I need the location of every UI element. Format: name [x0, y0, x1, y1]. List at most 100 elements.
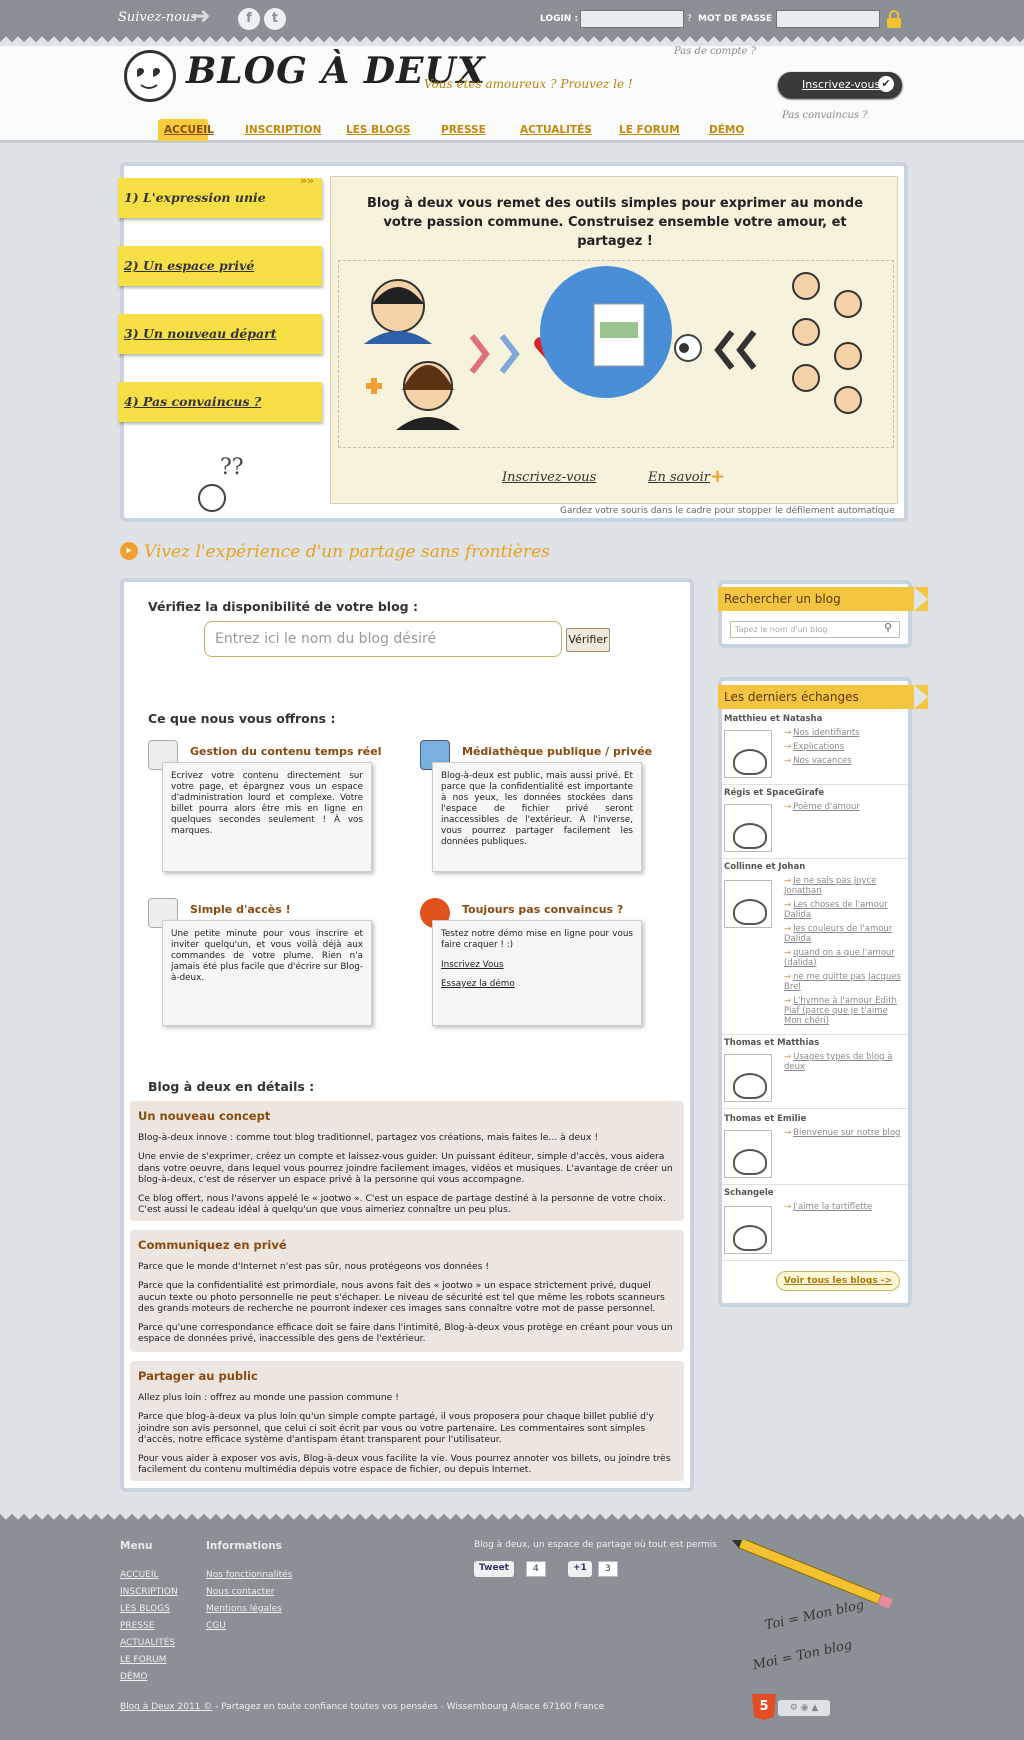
exchange-names[interactable]: Schangele	[724, 1188, 774, 1198]
footer-link[interactable]: Nos fonctionnalités	[206, 1570, 292, 1580]
feature-signup-link[interactable]: Inscrivez Vous	[441, 960, 633, 971]
nav-item-accueil[interactable]: ACCUEIL	[164, 124, 214, 136]
twitter-icon[interactable]: t	[264, 8, 286, 30]
plus-icon: +	[710, 466, 726, 487]
detail-para: Parce que blog-à-deux va plus loin qu'un…	[138, 1411, 654, 1445]
exchange-link[interactable]: les couleurs de l'amour Dalida	[784, 924, 904, 944]
exchange-link[interactable]: Explications	[784, 742, 904, 752]
logo-face-icon[interactable]	[124, 50, 176, 102]
feature-text: Testez notre démo mise en ligne pour vou…	[441, 929, 633, 950]
exchange-names[interactable]: Collinne et Johan	[724, 862, 805, 872]
avatar[interactable]	[724, 730, 772, 778]
search-icon[interactable]: ⚲	[884, 621, 892, 634]
detail-para: Pour vous aider à exposer vos avis, Blog…	[138, 1453, 671, 1476]
hero-text: Blog à deux vous remet des outils simple…	[366, 196, 864, 249]
see-all-blogs-button[interactable]: Voir tous les blogs ->	[776, 1271, 900, 1291]
feature-title: Médiathèque publique / privée	[462, 745, 653, 758]
exchange-link[interactable]: ne me quitte pas Jacques Brel	[784, 972, 904, 992]
password-label: MOT DE PASSE :	[698, 14, 779, 24]
detail-title: Partager au public	[138, 1369, 258, 1383]
login-label: LOGIN :	[540, 14, 579, 24]
detail-para: Blog-à-deux innove : comme tout blog tra…	[138, 1132, 599, 1144]
check-title: Vérifiez la disponibilité de votre blog …	[148, 599, 418, 614]
tweet-count: 4	[526, 1561, 546, 1577]
footer-link[interactable]: CGU	[206, 1621, 226, 1631]
footer-link[interactable]: LES BLOGS	[120, 1604, 170, 1614]
pencil-icon	[731, 1540, 893, 1609]
sticky-note-2[interactable]: 2) Un espace privé	[118, 246, 322, 286]
sticky-note-1[interactable]: 1) L'expression unie	[118, 178, 322, 218]
avatar[interactable]	[724, 1130, 772, 1178]
signup-button[interactable]: Inscrivez-vous ✔	[778, 72, 902, 98]
tweet-button[interactable]: Tweet	[474, 1561, 514, 1577]
sticky-note-4[interactable]: 4) Pas convaincus ?	[118, 382, 322, 422]
exchange-link[interactable]: J'aime la tartiflette	[784, 1202, 904, 1212]
exchange-link[interactable]: Nos vacances	[784, 756, 904, 766]
signup-button-label: Inscrivez-vous	[802, 78, 881, 91]
facebook-icon[interactable]: f	[238, 8, 260, 30]
top-bar-zigzag	[0, 34, 1024, 46]
svg-text:??: ??	[220, 455, 244, 480]
exchange-link[interactable]: L'hymne à l'amour Edith Piaf (parce que …	[784, 996, 904, 1026]
login-help-link[interactable]: ?	[687, 14, 692, 24]
avatar[interactable]	[724, 1054, 772, 1102]
avatar[interactable]	[724, 804, 772, 852]
password-input[interactable]	[776, 10, 880, 28]
exchange-link[interactable]: Usages types de blog à deux	[784, 1052, 904, 1072]
exchange-link[interactable]: Bienvenue sur notre blog	[784, 1128, 904, 1138]
divider	[722, 1108, 908, 1109]
plusone-button[interactable]: +1	[568, 1561, 592, 1577]
feature-title: Simple d'accès !	[190, 903, 291, 916]
blog-search-input[interactable]: Tapez le nom d'un blog	[730, 621, 900, 638]
exchange-link[interactable]: Les choses de l'amour Dalida	[784, 900, 904, 920]
exchange-link[interactable]: Je ne sais pas Joyce Jonathan	[784, 876, 904, 896]
exchange-names[interactable]: Thomas et Emilie	[724, 1114, 806, 1124]
detail-para: Parce qu'une correspondance efficace doi…	[138, 1322, 673, 1345]
feature-text: Ecrivez votre contenu directement sur vo…	[162, 762, 372, 872]
copyright-link[interactable]: Blog à Deux 2011 ©	[120, 1702, 212, 1712]
detail-block: Un nouveau concept Blog-à-deux innove : …	[130, 1101, 684, 1221]
divider	[722, 784, 908, 785]
hero-signup-link[interactable]: Inscrivez-vous	[502, 470, 596, 485]
copyright-text: - Partagez en toute confiance toutes vos…	[212, 1702, 605, 1712]
exchange-names[interactable]: Matthieu et Natasha	[724, 714, 822, 724]
footer-link[interactable]: ACTUALITÉS	[120, 1638, 175, 1648]
verify-button[interactable]: Vérifier	[566, 628, 610, 652]
exchange-link[interactable]: Nos identifiants	[784, 728, 904, 738]
no-account-hint: Pas de compte ?	[674, 46, 757, 57]
hero-learn-more-link[interactable]: En savoir	[648, 470, 710, 485]
nav-item-actualites[interactable]: ACTUALITÉS	[520, 124, 592, 136]
auto-scroll-note: Gardez votre souris dans le cadre pour s…	[560, 506, 895, 516]
detail-para: Ce blog offert, nous l'avons appelé le «…	[138, 1193, 666, 1216]
footer-link[interactable]: Nous contacter	[206, 1587, 274, 1597]
footer-link[interactable]: PRESSE	[120, 1621, 154, 1631]
footer-link[interactable]: LE FORUM	[120, 1655, 166, 1665]
footer-tagline: Blog à deux, un espace de partage où tou…	[474, 1540, 717, 1550]
footer-menu-title: Menu	[120, 1540, 153, 1552]
footer-link[interactable]: Mentions légales	[206, 1604, 282, 1614]
nav-item-le-forum[interactable]: LE FORUM	[619, 124, 680, 136]
check-icon: ✔	[878, 76, 894, 92]
divider	[722, 858, 908, 859]
footer-link[interactable]: DÉMO	[120, 1672, 147, 1682]
nav-item-presse[interactable]: PRESSE	[441, 124, 486, 136]
exchange-link[interactable]: Poème d'amour	[784, 802, 904, 812]
avatar[interactable]	[724, 1206, 772, 1254]
avatar[interactable]	[724, 880, 772, 928]
lock-icon[interactable]	[886, 9, 902, 29]
exchange-link[interactable]: quand on a que l'amour (dalida)	[784, 948, 904, 968]
blog-name-input[interactable]: Entrez ici le nom du blog désiré	[204, 621, 562, 657]
nav-item-demo[interactable]: DÉMO	[709, 124, 744, 136]
sticky-note-3[interactable]: 3) Un nouveau départ	[118, 314, 322, 354]
divider	[722, 1260, 908, 1261]
nav-item-inscription[interactable]: INSCRIPTION	[245, 124, 321, 136]
bullet-arrow-icon: ▸	[120, 542, 138, 560]
exchange-names[interactable]: Régis et SpaceGirafe	[724, 788, 824, 798]
feature-demo-link[interactable]: Essayez la démo	[441, 979, 633, 990]
nav-item-les-blogs[interactable]: LES BLOGS	[346, 124, 411, 136]
exchange-names[interactable]: Thomas et Matthias	[724, 1038, 819, 1048]
detail-title: Communiquez en privé	[138, 1238, 287, 1252]
login-input[interactable]	[580, 10, 684, 28]
footer-link[interactable]: INSCRIPTION	[120, 1587, 178, 1597]
footer-link[interactable]: ACCUEIL	[120, 1570, 159, 1580]
